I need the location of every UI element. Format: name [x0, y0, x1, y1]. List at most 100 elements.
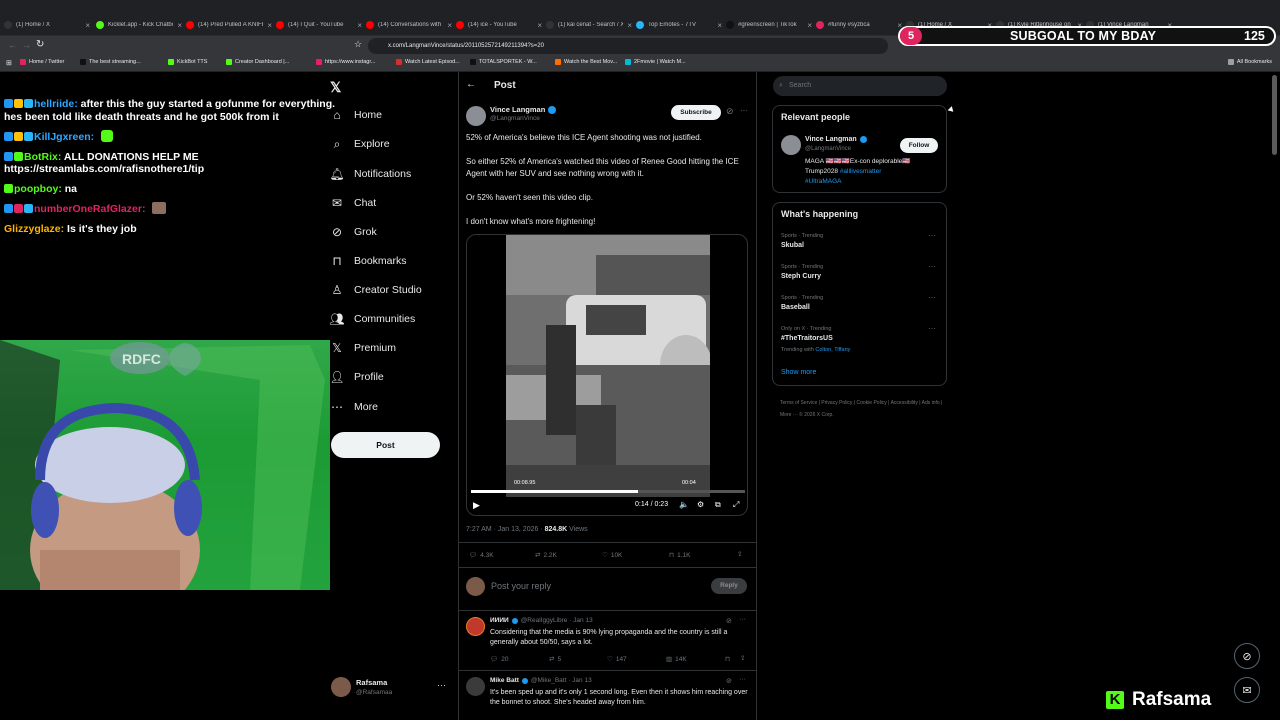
bookmark-item[interactable]: TOTALSPORTEK - W... [470, 59, 537, 65]
trend-more-icon[interactable]: ··· [928, 262, 936, 271]
reply-button[interactable]: Reply [711, 578, 747, 594]
subscribe-button[interactable]: Subscribe [671, 105, 721, 120]
volume-icon[interactable]: 🔈 [679, 500, 689, 509]
nav-item-profile[interactable]: 👤︎ Profile [329, 366, 383, 388]
nav-item-notifications[interactable]: 🔔︎ Notifications [329, 163, 411, 185]
browser-tab[interactable]: (14) I Quit - YouTube × [276, 16, 362, 34]
bookmark-icon[interactable]: ⊓ [725, 655, 730, 663]
nav-item-home[interactable]: ⌂ Home [330, 104, 382, 126]
like-count[interactable]: ♡ 10K [602, 551, 622, 560]
reply-count[interactable]: 💬︎ 4.3K [469, 551, 494, 560]
reply-avatar[interactable] [466, 677, 485, 696]
browser-tab[interactable]: (1) Home / X × [4, 16, 90, 34]
trend-more-icon[interactable]: ··· [928, 324, 936, 333]
browser-tab[interactable]: #greenscreen | TikTok × [726, 16, 812, 34]
tab-close-icon[interactable]: × [807, 21, 812, 30]
bookmark-item[interactable]: https://www.instagr... [316, 59, 375, 65]
show-more-link[interactable]: Show more [781, 369, 816, 376]
video-player[interactable]: 00:08.95 00:04 ▶ 0:14 / 0:23 🔈 ⚙ ⧉ ⤢ [466, 234, 748, 516]
browser-tab[interactable]: #funny #syzbca × [816, 16, 902, 34]
grok-icon[interactable]: ⊘ [726, 617, 732, 625]
author-avatar[interactable] [466, 106, 486, 126]
x-logo-icon[interactable]: 𝕏 [330, 79, 341, 96]
reload-icon[interactable]: ↻ [36, 39, 44, 50]
page-scrollbar[interactable] [1272, 75, 1277, 155]
author-name[interactable]: Vince Langman [490, 105, 557, 114]
share-icon[interactable]: ⇪ [740, 654, 745, 662]
tab-close-icon[interactable]: × [627, 21, 632, 30]
chat-username[interactable]: BotRix: [24, 151, 61, 163]
chat-username[interactable]: KillJgxreen: [34, 131, 94, 143]
reply-replies[interactable]: 💬︎ 20 [490, 655, 509, 664]
reply-author[interactable]: ИИИИ @RealIggyLibre · Jan 13 [490, 617, 593, 624]
chat-username[interactable]: numberOneRafGlazer: [34, 203, 145, 215]
browser-tab[interactable]: (1) kai cenat - Search / X × [546, 16, 632, 34]
grok-icon[interactable]: ⊘ [726, 677, 732, 685]
reply-likes[interactable]: ♡ 147 [607, 655, 627, 664]
browser-tab[interactable]: Top Emotes - 7TV × [636, 16, 722, 34]
nav-item-communities[interactable]: 👥︎ Communities [329, 308, 415, 330]
tab-close-icon[interactable]: × [267, 21, 272, 30]
tab-close-icon[interactable]: × [717, 21, 722, 30]
account-avatar[interactable] [331, 677, 351, 697]
browser-tab[interactable]: (14) Pred Pulled A KNIFE × [186, 16, 272, 34]
tab-close-icon[interactable]: × [177, 21, 182, 30]
messages-fab-icon[interactable]: ✉ [1234, 677, 1260, 703]
tab-close-icon[interactable]: × [85, 21, 90, 30]
reply-avatar[interactable] [466, 617, 485, 636]
grok-icon[interactable]: ⊘ [726, 106, 734, 117]
back-arrow-icon[interactable]: ← [466, 79, 476, 90]
account-more-icon[interactable]: ··· [437, 680, 446, 690]
rp-name[interactable]: Vince Langman [805, 136, 867, 143]
fullscreen-icon[interactable]: ⤢ [733, 500, 739, 510]
reply-reposts[interactable]: ⇄ 5 [549, 655, 561, 664]
tab-close-icon[interactable]: × [447, 21, 452, 30]
tab-close-icon[interactable]: × [537, 21, 542, 30]
nav-item-more[interactable]: ⋯ More [330, 396, 378, 418]
bookmark-item[interactable]: 2Fmovie | Watch M... [625, 59, 686, 65]
tab-close-icon[interactable]: × [357, 21, 362, 30]
bookmark-item[interactable]: KickBot TTS [168, 59, 207, 65]
nav-item-grok[interactable]: ⊘ Grok [330, 221, 377, 243]
chat-username[interactable]: Glizzyglaze: [4, 223, 64, 235]
trend-item[interactable]: Sports · Trending Baseball [781, 295, 823, 311]
footer-links[interactable]: Terms of Service | Privacy Policy | Cook… [780, 397, 950, 421]
nav-item-bookmarks[interactable]: ⊓ Bookmarks [330, 250, 406, 272]
bookmark-item[interactable]: Home / Twitter [20, 59, 64, 65]
trend-more-icon[interactable]: ··· [928, 231, 936, 240]
trend-item[interactable]: Only on X · Trending #TheTraitorsUS [781, 326, 833, 342]
all-bookmarks[interactable]: All Bookmarks [1227, 59, 1272, 65]
reply-more-icon[interactable]: ··· [739, 676, 746, 683]
browser-tab[interactable]: (14) ice - YouTube × [456, 16, 542, 34]
follow-button[interactable]: Follow [900, 138, 938, 153]
trend-more-icon[interactable]: ··· [928, 293, 936, 302]
repost-count[interactable]: ⇄ 2.2K [535, 551, 557, 560]
chat-username[interactable]: poopboy: [14, 183, 62, 195]
nav-item-explore[interactable]: ⌕ Explore [330, 133, 390, 155]
nav-item-premium[interactable]: 𝕏 Premium [330, 337, 396, 359]
reply-views[interactable]: ▥ 14K [666, 655, 687, 664]
reply-author[interactable]: Mike Batt @Mike_Batt · Jan 13 [490, 677, 592, 684]
share-icon[interactable]: ⇪ [737, 550, 742, 558]
nav-item-creator-studio[interactable]: ♙ Creator Studio [330, 279, 422, 301]
bookmark-item[interactable]: The best streaming... [80, 59, 141, 65]
reply-input[interactable]: Post your reply [491, 581, 551, 591]
search-input[interactable]: ⌕ Search [773, 76, 947, 96]
grok-fab-icon[interactable]: ⊘ [1234, 643, 1260, 669]
post-more-icon[interactable]: ··· [740, 106, 748, 115]
trend-item[interactable]: Sports · Trending Skubal [781, 233, 823, 249]
apps-icon[interactable]: ⊞ [6, 59, 12, 67]
chat-username[interactable]: hellriide: [34, 98, 78, 110]
browser-tab[interactable]: (14) Conversations with × [366, 16, 452, 34]
browser-tab[interactable]: Kicklet.app - Kick Chatbot × [96, 16, 182, 34]
back-icon[interactable]: ← [8, 40, 17, 50]
pip-icon[interactable]: ⧉ [715, 500, 721, 510]
video-scrubber[interactable] [471, 490, 745, 493]
reply-more-icon[interactable]: ··· [739, 616, 746, 623]
nav-item-chat[interactable]: ✉ Chat [330, 192, 376, 214]
bookmark-star-icon[interactable]: ☆ [354, 39, 362, 50]
trend-item[interactable]: Sports · Trending Steph Curry [781, 264, 823, 280]
settings-icon[interactable]: ⚙ [697, 500, 704, 509]
play-icon[interactable]: ▶ [473, 500, 480, 511]
post-button[interactable]: Post [331, 432, 440, 458]
